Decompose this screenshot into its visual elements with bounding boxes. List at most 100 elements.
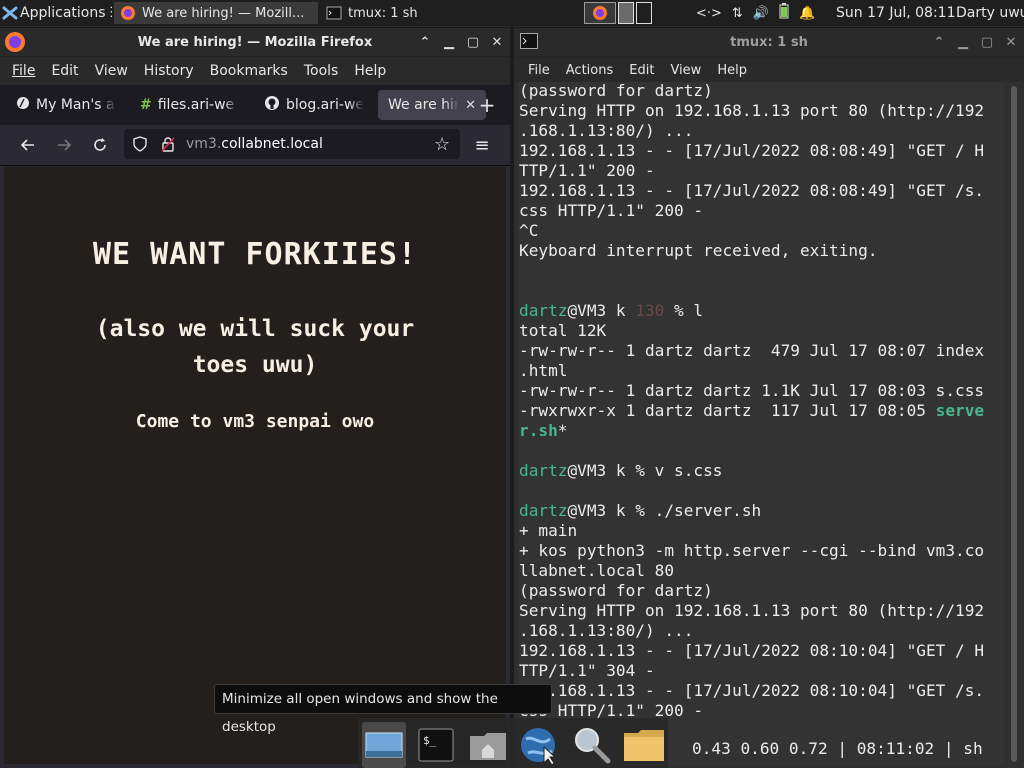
bookmark-star-icon[interactable]: ☆	[434, 134, 450, 155]
shade-icon[interactable]: ⌃	[932, 35, 946, 50]
terminal-output[interactable]: (password for dartz) Serving HTTP on 192.…	[518, 82, 1004, 766]
volume-icon[interactable]: 🔊	[753, 6, 769, 21]
menu-view[interactable]: View	[87, 63, 136, 79]
terminal-line: dartz@VM3 k 130 % l	[519, 301, 984, 321]
forward-button[interactable]	[50, 131, 78, 159]
network-icon[interactable]: <·>	[696, 6, 722, 21]
terminal-line: r.sh*	[519, 421, 984, 441]
close-icon[interactable]: ✕	[1004, 35, 1018, 50]
firefox-icon	[4, 31, 26, 57]
terminal-line: 192.168.1.13 - - [17/Jul/2022 08:08:49] …	[519, 141, 985, 160]
dock-web-browser[interactable]	[518, 722, 562, 768]
menu-file[interactable]: File	[520, 63, 558, 78]
menu-edit[interactable]: Edit	[43, 63, 86, 79]
maximize-icon[interactable]: ▢	[980, 35, 994, 50]
dock-home-folder[interactable]	[466, 722, 510, 768]
terminal-line: ^C	[519, 221, 539, 240]
workspace-1[interactable]	[584, 2, 616, 24]
hash-icon: #	[140, 97, 152, 113]
terminal-line: llabnet.local 80	[519, 561, 675, 580]
terminal-line: TTP/1.1" 200 -	[519, 161, 655, 180]
menu-tools[interactable]: Tools	[296, 63, 347, 79]
prompt-exit-code: 130	[635, 301, 665, 320]
tab-label: files.ari-we	[157, 97, 235, 113]
file-listing: -rwxrwxr-x 1 dartz dartz 117 Jul 17 08:0…	[519, 401, 936, 420]
menu-actions[interactable]: Actions	[558, 63, 622, 78]
executable-marker: *	[557, 421, 568, 440]
dock-search[interactable]	[570, 722, 614, 768]
menu-view[interactable]: View	[662, 63, 709, 78]
maximize-icon[interactable]: ▢	[466, 35, 480, 50]
dock-files[interactable]	[622, 722, 666, 768]
menu-help[interactable]: Help	[346, 63, 394, 79]
insecure-lock-icon[interactable]	[160, 136, 176, 156]
arrow-right-icon	[58, 139, 72, 151]
tab-label: My Man's a	[36, 97, 115, 113]
taskbar-item-terminal[interactable]: tmux: 1 sh	[320, 2, 492, 24]
tab-blog[interactable]: blog.ari-we	[254, 90, 374, 120]
window-title: tmux: 1 sh	[730, 34, 808, 50]
terminal-titlebar[interactable]: tmux: 1 sh ⌃ ▁ ▢ ✕	[514, 28, 1024, 56]
tab-we-are-hiring[interactable]: We are hirin ✕	[378, 90, 486, 120]
dock-show-desktop[interactable]	[362, 722, 406, 768]
terminal-line: .html	[519, 361, 568, 380]
menu-history[interactable]: History	[136, 63, 202, 79]
menu-file[interactable]: File	[4, 63, 43, 79]
terminal-menubar: File Actions Edit View Help	[514, 56, 1024, 83]
terminal-line: -rw-rw-r-- 1 dartz dartz 479 Jul 17 08:0…	[519, 341, 985, 360]
terminal-line: (password for dartz)	[519, 581, 713, 600]
menu-edit[interactable]: Edit	[621, 63, 662, 78]
user-menu[interactable]: Darty uwu	[956, 0, 1024, 26]
workspace-3[interactable]	[636, 2, 652, 24]
notifications-bell-icon[interactable]: 🔔	[799, 6, 815, 21]
clock[interactable]: Sun 17 Jul, 08:11	[836, 0, 956, 26]
applications-menu-button[interactable]: Applications ☰	[0, 0, 112, 26]
scrollbar-thumb[interactable]	[1011, 86, 1017, 762]
url-domain: collabnet.local	[221, 136, 323, 152]
terminal-scrollbar[interactable]	[1006, 82, 1022, 766]
menu-help[interactable]: Help	[709, 63, 755, 78]
terminal-icon	[520, 33, 538, 53]
url-bar[interactable]: vm3.collabnet.local ☆	[124, 129, 460, 159]
terminal-line: -rwxrwxr-x 1 dartz dartz 117 Jul 17 08:0…	[519, 401, 984, 421]
terminal-line: Serving HTTP on 192.168.1.13 port 80 (ht…	[519, 601, 985, 620]
terminal-line: css HTTP/1.1" 200 -	[519, 201, 704, 220]
new-tab-button[interactable]: +	[476, 90, 498, 120]
dock-terminal[interactable]: $_	[414, 722, 458, 768]
executable-name: r.sh	[519, 421, 558, 440]
transfer-arrows-icon[interactable]: ⇅	[732, 6, 743, 21]
shade-icon[interactable]: ⌃	[418, 35, 432, 50]
terminal-line: .168.1.13:80/) ...	[519, 121, 694, 140]
tab-strip: My Man's a # files.ari-we blog.ari-we We…	[0, 85, 510, 125]
xfce-logo-icon	[2, 5, 18, 21]
prompt-user: dartz	[519, 301, 568, 320]
firefox-titlebar[interactable]: We are hiring! — Mozilla Firefox ⌃ ▁ ▢ ✕	[0, 28, 510, 57]
reload-button[interactable]	[86, 131, 114, 159]
taskbar-item-label: We are hiring! — Mozill...	[142, 5, 305, 21]
workspace-2[interactable]	[618, 2, 634, 24]
terminal-icon: $_	[418, 728, 454, 762]
taskbar-item-label: tmux: 1 sh	[348, 5, 418, 21]
minimize-icon[interactable]: ▁	[956, 35, 970, 50]
terminal-line: + kos python3 -m http.server --cgi --bin…	[519, 541, 985, 560]
tab-close-icon[interactable]: ✕	[465, 98, 476, 113]
close-icon[interactable]: ✕	[490, 35, 504, 50]
url-subdomain: vm3.	[186, 136, 222, 152]
tab-files[interactable]: # files.ari-we	[130, 90, 250, 120]
tab-label: blog.ari-we	[286, 97, 364, 113]
shield-icon[interactable]	[132, 136, 148, 156]
page-heading: WE WANT FORKIIES!	[92, 237, 418, 272]
app-menu-button[interactable]: ≡	[468, 131, 496, 159]
tab-my-mans[interactable]: My Man's a	[6, 90, 126, 120]
reload-icon	[94, 138, 106, 151]
battery-icon[interactable]	[779, 3, 789, 23]
minimize-icon[interactable]: ▁	[442, 35, 456, 50]
dock-tooltip: Minimize all open windows and show the d…	[214, 684, 552, 735]
top-panel: Applications ☰ We are hiring! — Mozill..…	[0, 0, 1024, 27]
back-button[interactable]	[14, 131, 42, 159]
taskbar-item-firefox[interactable]: We are hiring! — Mozill...	[114, 2, 318, 24]
terminal-line: dartz@VM3 k % ./server.sh	[519, 501, 984, 521]
home-folder-icon	[470, 733, 506, 760]
menu-bookmarks[interactable]: Bookmarks	[202, 63, 296, 79]
